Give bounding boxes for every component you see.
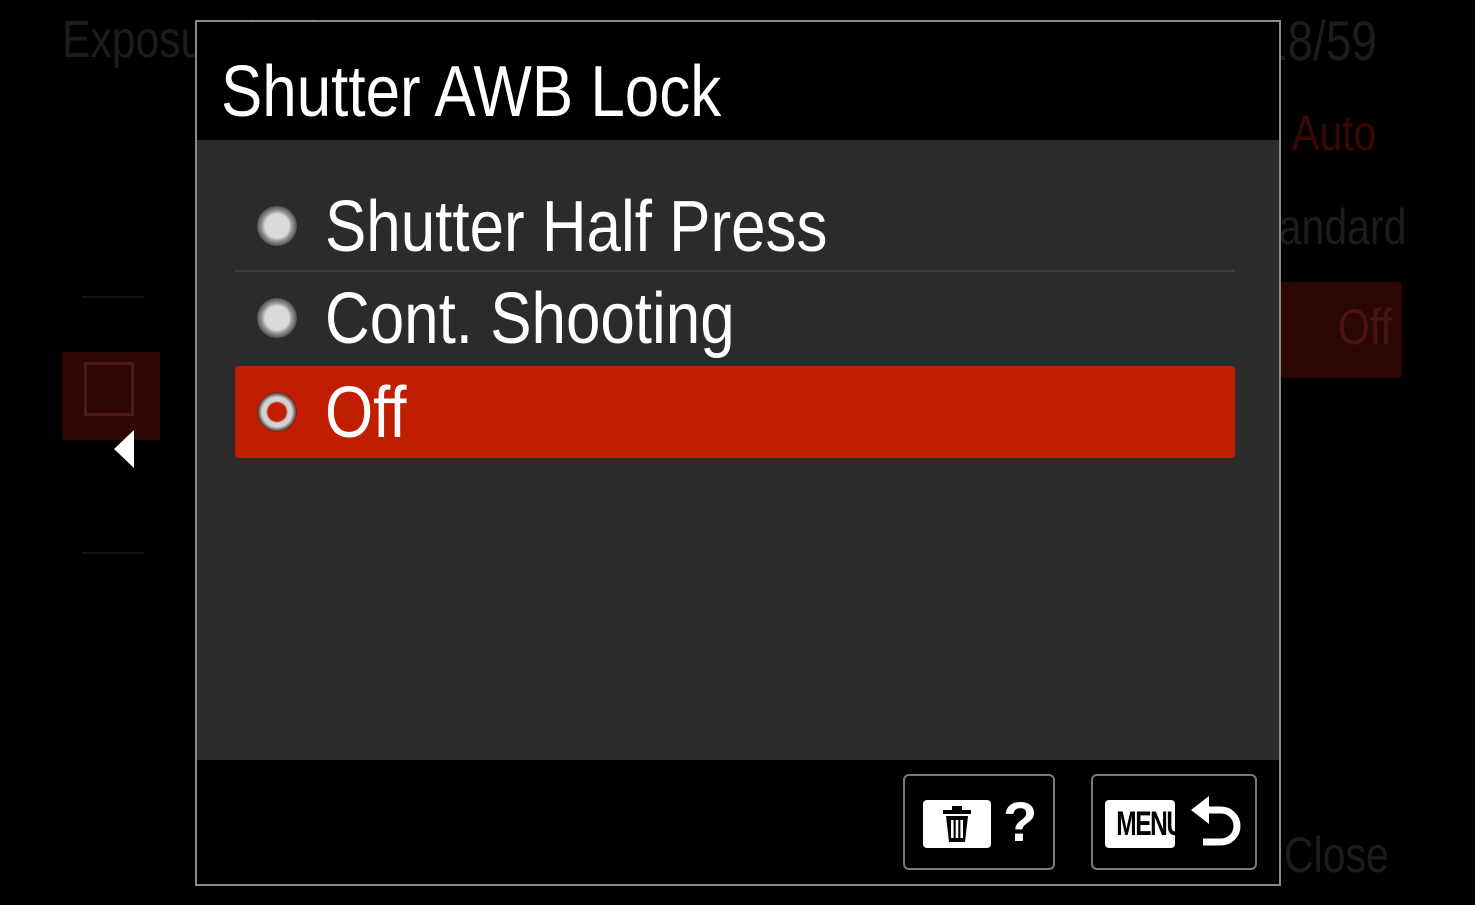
- dialog-footer: ? MENU: [197, 760, 1279, 884]
- option-label: Cont. Shooting: [325, 279, 735, 359]
- radio-selected-icon[interactable]: [257, 392, 297, 432]
- menu-back-button[interactable]: MENU: [1091, 774, 1257, 870]
- background-value-1: Auto: [1292, 105, 1377, 161]
- trash-icon: [923, 800, 991, 848]
- menu-key-label: MENU: [1116, 805, 1175, 843]
- left-arrow-icon[interactable]: [114, 430, 134, 468]
- option-shutter-half-press[interactable]: Shutter Half Press: [235, 180, 1235, 272]
- background-divider: [82, 552, 144, 554]
- return-arrow-icon: [1191, 796, 1241, 846]
- background-divider: [82, 296, 144, 298]
- option-label: Off: [325, 373, 407, 453]
- shutter-awb-lock-dialog: Shutter AWB Lock Shutter Half Press Cont…: [195, 20, 1281, 886]
- dialog-title: Shutter AWB Lock: [221, 52, 722, 132]
- background-value-3: Off: [1338, 299, 1392, 355]
- radio-unselected-icon[interactable]: [257, 206, 297, 246]
- radio-unselected-icon[interactable]: [257, 298, 297, 338]
- dialog-header: Shutter AWB Lock: [197, 22, 1279, 140]
- option-label: Shutter Half Press: [325, 187, 828, 267]
- option-list: Shutter Half Press Cont. Shooting Off: [235, 180, 1235, 458]
- option-off[interactable]: Off: [235, 366, 1235, 458]
- background-close-label: Close: [1284, 827, 1389, 883]
- option-cont-shooting[interactable]: Cont. Shooting: [235, 272, 1235, 364]
- help-symbol: ?: [1003, 790, 1038, 853]
- exposure-tab-icon: [62, 352, 160, 440]
- menu-key-icon: MENU: [1105, 800, 1175, 848]
- help-button[interactable]: ?: [903, 774, 1055, 870]
